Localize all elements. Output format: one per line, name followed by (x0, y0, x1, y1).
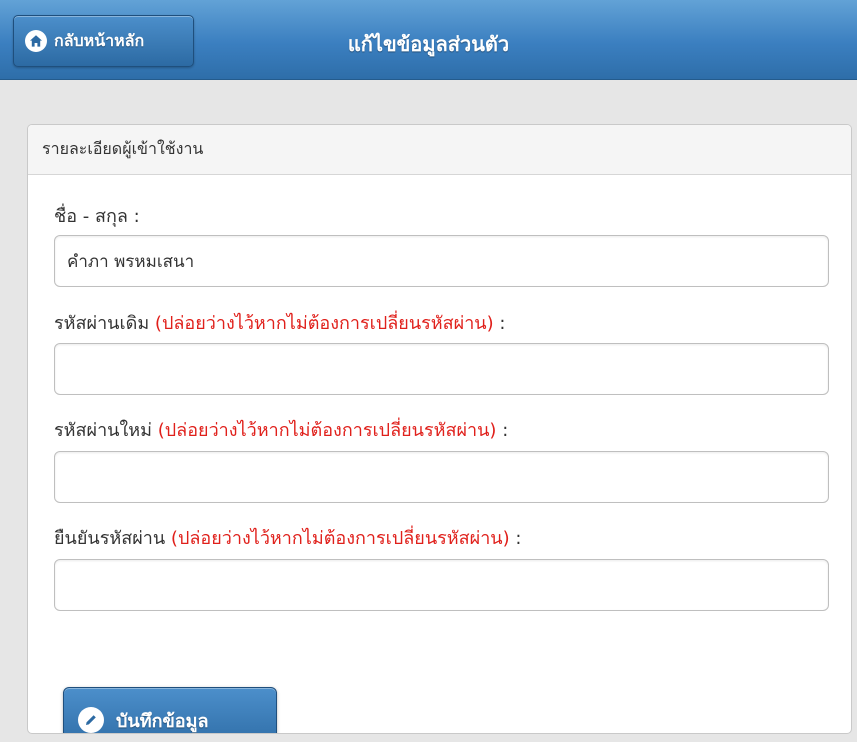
new-password-label-text: รหัสผ่านใหม่ (54, 420, 152, 441)
header-bar: กลับหน้าหลัก แก้ไขข้อมูลส่วนตัว (0, 0, 857, 80)
page: กลับหน้าหลัก แก้ไขข้อมูลส่วนตัว รายละเอี… (0, 0, 857, 742)
fullname-label-text: ชื่อ - สกุล : (54, 206, 140, 227)
confirm-password-label-text: ยืนยันรหัสผ่าน (54, 528, 166, 549)
pencil-icon (78, 707, 104, 733)
user-details-panel: รายละเอียดผู้เข้าใช้งาน ชื่อ - สกุล : รห… (27, 124, 852, 734)
old-password-label-text: รหัสผ่านเดิม (54, 313, 150, 334)
new-password-input[interactable] (54, 451, 829, 503)
fullname-input[interactable] (54, 235, 829, 287)
old-password-note: (ปล่อยว่างไว้หากไม่ต้องการเปลี่ยนรหัสผ่า… (154, 313, 494, 334)
save-button[interactable]: บันทึกข้อมูล (63, 687, 277, 733)
save-button-label: บันทึกข้อมูล (116, 710, 209, 732)
old-password-input[interactable] (54, 343, 829, 395)
panel-heading: รายละเอียดผู้เข้าใช้งาน (28, 125, 851, 175)
confirm-password-input[interactable] (54, 559, 829, 611)
old-password-label-suffix: : (499, 313, 506, 334)
confirm-password-label-suffix: : (515, 528, 522, 549)
confirm-password-note: (ปล่อยว่างไว้หากไม่ต้องการเปลี่ยนรหัสผ่า… (170, 528, 510, 549)
confirm-password-label: ยืนยันรหัสผ่าน (ปล่อยว่างไว้หากไม่ต้องกา… (54, 523, 521, 552)
page-title: แก้ไขข้อมูลส่วนตัว (347, 32, 510, 56)
new-password-label-suffix: : (502, 420, 509, 441)
old-password-label: รหัสผ่านเดิม (ปล่อยว่างไว้หากไม่ต้องการเ… (54, 308, 505, 337)
new-password-label: รหัสผ่านใหม่ (ปล่อยว่างไว้หากไม่ต้องการเ… (54, 415, 508, 444)
fullname-label: ชื่อ - สกุล : (54, 201, 140, 230)
new-password-note: (ปล่อยว่างไว้หากไม่ต้องการเปลี่ยนรหัสผ่า… (157, 420, 497, 441)
